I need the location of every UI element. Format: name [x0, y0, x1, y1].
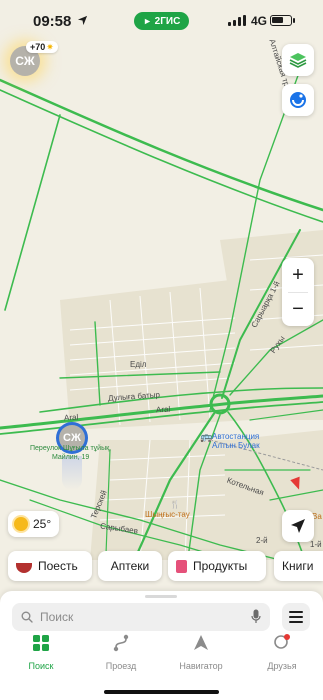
- user-heading-cone: [62, 456, 82, 490]
- home-indicator: [104, 690, 219, 694]
- category-chip-pharmacies[interactable]: Аптеки: [98, 551, 162, 581]
- zoom-controls: + −: [282, 258, 314, 326]
- nav-label: Поиск: [28, 661, 54, 671]
- nav-tab-navigator[interactable]: Навигатор: [171, 633, 231, 673]
- zoom-out-button[interactable]: −: [282, 292, 314, 326]
- profile-initials: СЖ: [15, 54, 35, 68]
- menu-button[interactable]: [282, 603, 310, 631]
- location-arrow-icon: [77, 15, 88, 26]
- star-icon: ✷: [46, 41, 54, 52]
- search-bar[interactable]: [12, 603, 270, 631]
- street-label-aral-west: Aral: [63, 412, 79, 423]
- app-badge-label: 2ГИС: [154, 15, 181, 27]
- bus-station-name-line1[interactable]: Автостанция: [212, 432, 259, 441]
- category-chip-groceries[interactable]: Продукты: [168, 551, 266, 581]
- street-label-second: 2-й: [256, 536, 268, 545]
- status-bar: 09:58 2ГИС 4G: [0, 0, 323, 36]
- street-label-aral-east: Aral: [155, 404, 171, 415]
- app-badge[interactable]: 2ГИС: [134, 12, 189, 30]
- battery-icon: [270, 15, 292, 26]
- navigator-icon: [194, 635, 208, 650]
- nav-label: Проезд: [105, 661, 137, 671]
- weather-temperature: 25°: [33, 517, 52, 531]
- battery-cap: [293, 18, 295, 23]
- route-icon: [113, 634, 129, 652]
- my-location-button[interactable]: [282, 510, 314, 542]
- restaurant-name[interactable]: Шыңғыс-тау: [145, 510, 190, 519]
- layers-button[interactable]: [282, 44, 314, 76]
- user-address-line2: Майлин, 19: [52, 454, 90, 461]
- hamburger-menu-icon: [289, 611, 303, 623]
- category-chip-books[interactable]: Книги: [274, 551, 323, 581]
- status-time: 09:58: [33, 13, 72, 30]
- food-bowl-icon: [16, 563, 32, 573]
- category-chip-food[interactable]: Поесть: [8, 551, 92, 581]
- category-label: Книги: [282, 559, 314, 573]
- nav-tab-route[interactable]: Проезд: [91, 633, 151, 673]
- network-type: 4G: [251, 14, 268, 28]
- user-address-line1: Переулок Шұғыла тұйық,: [30, 445, 112, 452]
- layers-icon: [289, 53, 307, 68]
- bus-station-name-line2[interactable]: Алтын Булак: [212, 441, 260, 450]
- nav-label: Навигатор: [179, 661, 223, 671]
- bus-station-icon[interactable]: 🚌: [200, 432, 212, 443]
- cellular-signal-icon: [228, 15, 246, 26]
- friends-icon: [274, 634, 290, 649]
- zoom-out-icon: −: [292, 298, 304, 320]
- bonus-value: +70: [30, 42, 46, 52]
- route-compass-button[interactable]: [282, 84, 314, 116]
- category-label: Поесть: [38, 559, 78, 573]
- bonus-badge[interactable]: +70 ✷: [26, 41, 58, 53]
- microphone-icon[interactable]: [251, 609, 261, 625]
- nav-tab-friends[interactable]: Друзья: [252, 633, 312, 673]
- category-label: Аптеки: [110, 559, 150, 573]
- street-label-first: 1-й: [310, 540, 322, 549]
- sun-icon: [14, 517, 28, 531]
- sheet-drag-handle[interactable]: [145, 595, 177, 598]
- shopping-bag-icon: [176, 559, 187, 573]
- route-compass-icon: [290, 92, 306, 108]
- restaurant-icon[interactable]: 🍴: [170, 500, 180, 509]
- street-label-edil: Еділ: [130, 360, 147, 369]
- category-chips: Поесть Аптеки Продукты Книги: [0, 551, 323, 581]
- grid-icon: [33, 635, 49, 651]
- weather-widget[interactable]: 25°: [8, 511, 60, 537]
- bottom-sheet: Поиск Проезд Навигатор Друзья: [0, 591, 323, 700]
- nav-tab-search[interactable]: Поиск: [11, 633, 71, 673]
- zoom-in-icon: +: [292, 264, 304, 286]
- category-label: Продукты: [193, 559, 248, 573]
- user-marker-initials: СЖ: [63, 432, 81, 444]
- map-canvas[interactable]: Еділ Дулыға батыр Aral Aral Терскей Сары…: [0, 0, 323, 600]
- search-icon: [21, 611, 33, 623]
- back-to-app-icon: [144, 18, 150, 24]
- search-input[interactable]: [40, 607, 240, 627]
- navigation-arrow-icon: [291, 519, 305, 533]
- zoom-in-button[interactable]: +: [282, 258, 314, 292]
- nav-label: Друзья: [267, 661, 297, 671]
